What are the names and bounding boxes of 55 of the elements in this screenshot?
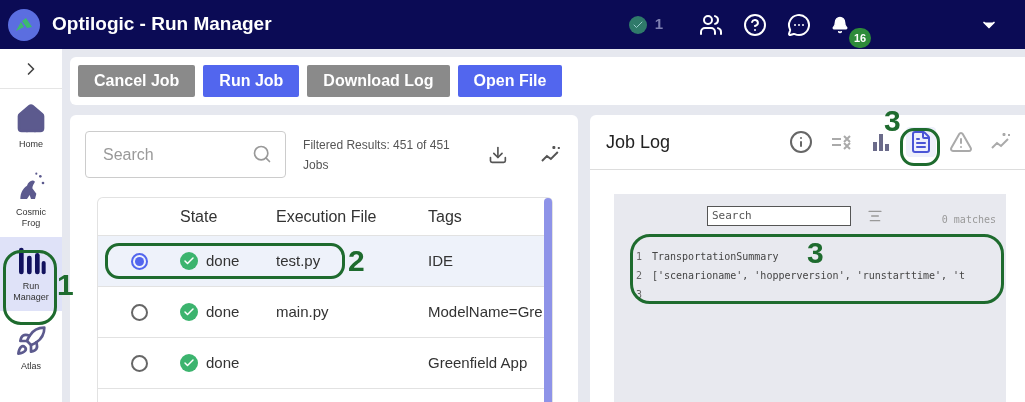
column-header: State bbox=[180, 206, 219, 227]
document-icon bbox=[909, 130, 933, 154]
log-line: TransportationSummary bbox=[652, 250, 779, 264]
info-icon bbox=[789, 130, 813, 154]
table-cell-text: done bbox=[206, 250, 240, 271]
download-icon[interactable] bbox=[488, 144, 509, 165]
table-cell-text: done bbox=[206, 301, 240, 322]
logo-icon bbox=[8, 8, 40, 41]
toolbar-button[interactable]: Run Job bbox=[203, 65, 300, 97]
radio-button[interactable] bbox=[130, 354, 148, 372]
notification-icon[interactable] bbox=[831, 15, 849, 34]
table-cell-text: done bbox=[206, 352, 240, 373]
app-title: Optilogic - Run Manager bbox=[52, 12, 272, 37]
table-cell-text: ModelName=Gre bbox=[428, 301, 543, 322]
table-cell: test.py bbox=[276, 251, 321, 269]
table-row[interactable]: done main.py ModelName=Gre bbox=[98, 287, 544, 338]
status-check-icon bbox=[628, 15, 647, 34]
notification-badge: 16 bbox=[849, 27, 872, 48]
rocket-icon bbox=[15, 324, 47, 357]
warning-icon bbox=[949, 130, 973, 154]
annotation-number: 3 bbox=[807, 238, 824, 268]
annotation-number: 2 bbox=[348, 246, 365, 276]
toolbar-button[interactable]: Open File bbox=[457, 65, 563, 97]
done-check-icon bbox=[180, 354, 198, 372]
annotation-number: 3 bbox=[884, 106, 901, 136]
radio-button[interactable] bbox=[130, 252, 148, 270]
done-check-icon bbox=[180, 252, 198, 270]
scrollbar[interactable] bbox=[544, 198, 552, 402]
annotation-outline bbox=[900, 128, 940, 166]
search-field[interactable]: Search bbox=[85, 131, 287, 178]
table-cell: main.py bbox=[276, 302, 329, 320]
home-icon bbox=[15, 102, 47, 135]
column-header: Execution File bbox=[276, 206, 378, 227]
team-icon[interactable] bbox=[699, 12, 723, 37]
status-count: 1 bbox=[654, 14, 663, 35]
log-tool-button[interactable] bbox=[906, 127, 936, 157]
results-count: Filtered Results: 451 of 451 Jobs bbox=[303, 136, 451, 174]
line-number: 2 bbox=[636, 269, 644, 283]
radio-button[interactable] bbox=[130, 303, 148, 321]
sidebar-item[interactable]: Atlas bbox=[0, 311, 62, 385]
table-cell-text: Greenfield App bbox=[428, 352, 528, 373]
table-cell-text: IDE bbox=[428, 250, 453, 271]
help-icon[interactable] bbox=[743, 12, 767, 37]
sidebar-item[interactable]: Home bbox=[0, 89, 62, 163]
search-icon bbox=[252, 144, 273, 164]
match-count: 0 matches bbox=[941, 213, 996, 227]
column-header: Tags bbox=[428, 206, 462, 227]
panel-title: Job Log bbox=[606, 130, 671, 154]
chat-icon[interactable] bbox=[787, 12, 811, 37]
sidebar-item[interactable]: Cosmic Frog bbox=[0, 163, 62, 237]
log-line: ['scenarioname', 'hopperversion', 'runstarttime', 't bbox=[652, 269, 966, 283]
line-number: 1 bbox=[636, 250, 644, 264]
done-check-icon bbox=[180, 303, 198, 321]
log-search-field[interactable]: Search bbox=[707, 205, 851, 226]
table-row[interactable]: done Greenfield App bbox=[98, 338, 544, 389]
